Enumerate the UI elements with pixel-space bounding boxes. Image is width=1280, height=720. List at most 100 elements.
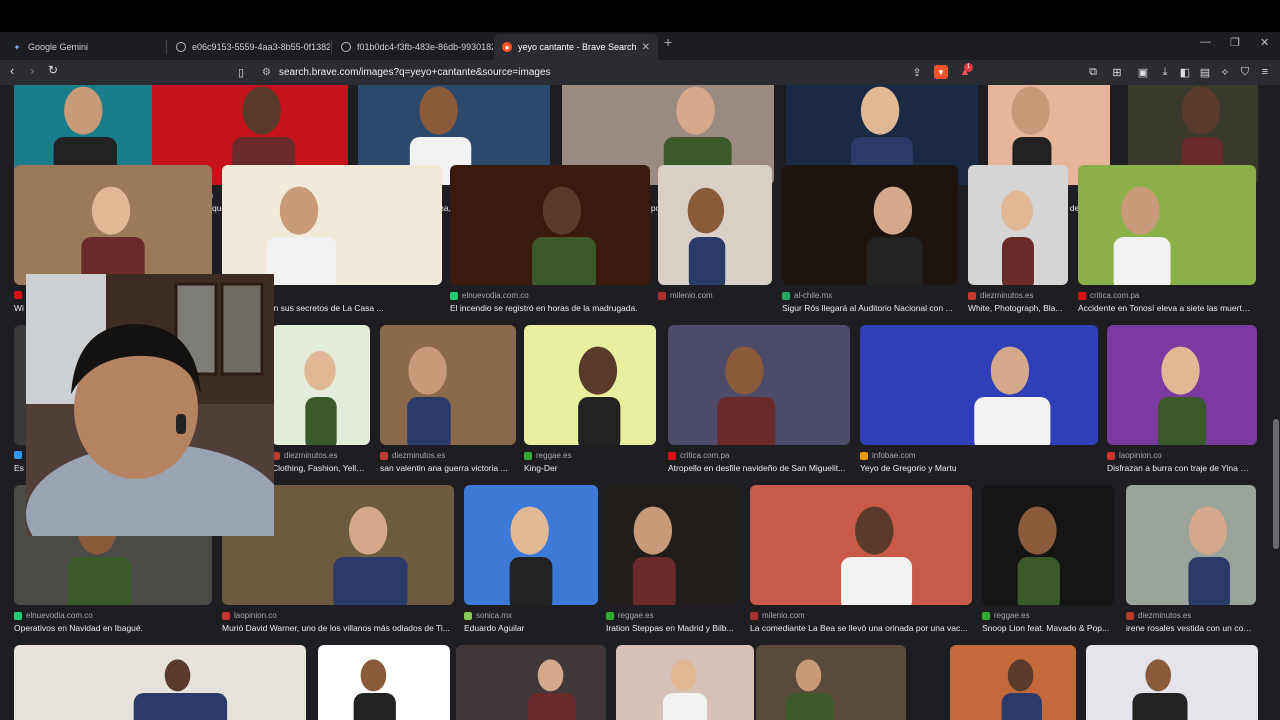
result-thumbnail[interactable]	[456, 645, 606, 720]
result-thumbnail[interactable]	[750, 485, 972, 605]
menu-icon[interactable]: ≡	[1258, 65, 1272, 79]
result-caption[interactable]: Accidente en Tonosí eleva a siete las mu…	[1078, 303, 1252, 313]
result-caption[interactable]: King-Der	[524, 463, 652, 473]
image-result[interactable]: reggae.es Iration Steppas en Madrid y Bil…	[606, 485, 740, 645]
share-icon[interactable]: ⇪	[910, 65, 924, 79]
back-icon[interactable]: ‹	[10, 63, 14, 78]
sidebar-icon[interactable]: ◧	[1178, 65, 1192, 79]
result-caption[interactable]: White, Photograph, Bla...	[968, 303, 1064, 313]
result-caption[interactable]: san valentin ana guerra victoria ...	[380, 463, 512, 473]
result-thumbnail[interactable]	[222, 165, 442, 285]
result-source[interactable]: diezminutos.es	[272, 451, 337, 460]
result-thumbnail[interactable]	[450, 165, 650, 285]
result-thumbnail[interactable]	[658, 165, 772, 285]
result-source[interactable]: al-chile.mx	[782, 291, 832, 300]
result-caption[interactable]: Eduardo Aguilar	[464, 623, 594, 633]
tab-brave-search[interactable]: ● yeyo cantante - Brave Search ✕	[494, 34, 658, 60]
result-source[interactable]	[14, 291, 26, 299]
result-thumbnail[interactable]	[464, 485, 598, 605]
close-tab-icon[interactable]: ✕	[642, 42, 650, 53]
image-result[interactable]: reggae.es Snoop Lion feat. Mavado & Pop..…	[982, 485, 1114, 645]
result-source[interactable]: infobae.com	[860, 451, 916, 460]
image-result[interactable]: diezminutos.es san valentin ana guerra vi…	[380, 325, 516, 485]
close-window-button[interactable]: ✕	[1260, 36, 1269, 49]
result-caption[interactable]: irene rosales vestida con un con...	[1126, 623, 1252, 633]
result-thumbnail[interactable]	[616, 645, 754, 720]
new-tab-button[interactable]: +	[664, 34, 672, 50]
result-source[interactable]: laopinion.co	[222, 611, 277, 620]
result-thumbnail[interactable]	[1126, 485, 1256, 605]
image-result[interactable]: laopinion.co Disfrazan a burra con traje …	[1107, 325, 1257, 485]
image-result[interactable]	[950, 645, 1076, 720]
result-source[interactable]: sonica.mx	[464, 611, 512, 620]
result-thumbnail[interactable]	[1078, 165, 1256, 285]
result-source[interactable]: elnuevodia.com.co	[450, 291, 529, 300]
result-thumbnail[interactable]	[524, 325, 656, 445]
image-result[interactable]: diezminutos.es White, Photograph, Bla...	[968, 165, 1068, 325]
result-source[interactable]: critica.com.pa	[1078, 291, 1139, 300]
image-result[interactable]	[756, 645, 906, 720]
reload-icon[interactable]: ↻	[48, 63, 58, 77]
result-source[interactable]: reggae.es	[606, 611, 654, 620]
maximize-button[interactable]: ❐	[1230, 36, 1240, 49]
image-result[interactable]	[456, 645, 606, 720]
result-thumbnail[interactable]	[318, 645, 450, 720]
extensions-icon[interactable]: ⧉	[1086, 65, 1100, 79]
result-thumbnail[interactable]	[668, 325, 850, 445]
result-thumbnail[interactable]	[782, 165, 958, 285]
result-caption[interactable]: Sigur Rós llegará al Auditorio Nacional …	[782, 303, 954, 313]
wallet-icon[interactable]: ▤	[1198, 65, 1212, 79]
result-thumbnail[interactable]	[14, 645, 306, 720]
image-result[interactable]: infobae.com Yeyo de Gregorio y Martu	[860, 325, 1098, 485]
downloads-manager-icon[interactable]: ▣	[1136, 65, 1150, 79]
result-thumbnail[interactable]	[756, 645, 906, 720]
image-result[interactable]: reggae.es King-Der	[524, 325, 656, 485]
image-result[interactable]	[14, 645, 306, 720]
tab-uuid-1[interactable]: e06c9153-5559-4aa3-8b55-0f13825c	[168, 34, 330, 60]
result-thumbnail[interactable]	[272, 325, 370, 445]
download-icon[interactable]: ⤓	[1158, 65, 1172, 79]
result-thumbnail[interactable]	[982, 485, 1114, 605]
image-result[interactable]: sonica.mx Eduardo Aguilar	[464, 485, 598, 645]
result-thumbnail[interactable]	[380, 325, 516, 445]
result-thumbnail[interactable]	[14, 165, 212, 285]
result-source[interactable]: diezminutos.es	[968, 291, 1033, 300]
result-thumbnail[interactable]	[968, 165, 1068, 285]
tab-google-gemini[interactable]: ✦ Google Gemini	[4, 34, 166, 60]
result-source[interactable]: diezminutos.es	[1126, 611, 1191, 620]
result-source[interactable]: critica.com.pa	[668, 451, 729, 460]
result-source[interactable]	[14, 451, 26, 459]
result-thumbnail[interactable]	[860, 325, 1098, 445]
brave-shields-icon[interactable]: ▼	[934, 65, 948, 79]
result-caption[interactable]: Operativos en Navidad en Ibagué.	[14, 623, 208, 633]
result-caption[interactable]: Disfrazan a burra con traje de Yina C...	[1107, 463, 1253, 473]
image-result[interactable]: al-chile.mx Sigur Rós llegará al Auditori…	[782, 165, 958, 325]
result-source[interactable]: elnuevodia.com.co	[14, 611, 93, 620]
result-caption[interactable]: Iration Steppas en Madrid y Bilb...	[606, 623, 736, 633]
result-caption[interactable]: Clothing, Fashion, Yello...	[272, 463, 366, 473]
result-caption[interactable]: Murió David Warner, uno de los villanos …	[222, 623, 450, 633]
image-result[interactable]	[318, 645, 450, 720]
image-result[interactable]: milenio.com	[658, 165, 772, 325]
scrollbar[interactable]	[1272, 85, 1280, 720]
image-result[interactable]: diezminutos.es irene rosales vestida con …	[1126, 485, 1256, 645]
result-source[interactable]: reggae.es	[982, 611, 1030, 620]
image-result[interactable]	[616, 645, 754, 720]
image-result[interactable]: elnuevodia.com.co El incendio se registró…	[450, 165, 650, 325]
address-bar[interactable]: ⚙ search.brave.com/images?q=yeyo+cantant…	[256, 62, 976, 83]
image-result[interactable]: critica.com.pa Atropello en desfile navid…	[668, 325, 850, 485]
result-source[interactable]: milenio.com	[750, 611, 805, 620]
leo-ai-icon[interactable]: ✧	[1218, 65, 1232, 79]
result-thumbnail[interactable]	[606, 485, 740, 605]
result-source[interactable]: reggae.es	[524, 451, 572, 460]
result-source[interactable]: laopinion.co	[1107, 451, 1162, 460]
vpn-icon[interactable]: ⛉	[1238, 65, 1252, 79]
result-source[interactable]: milenio.com	[658, 291, 713, 300]
image-result[interactable]	[1086, 645, 1258, 720]
minimize-button[interactable]: —	[1200, 36, 1211, 48]
image-result[interactable]: diezminutos.es Clothing, Fashion, Yello..…	[272, 325, 370, 485]
scrollbar-thumb[interactable]	[1273, 419, 1279, 549]
image-result[interactable]: milenio.com La comediante La Bea se llevó…	[750, 485, 972, 645]
result-thumbnail[interactable]	[1086, 645, 1258, 720]
result-thumbnail[interactable]	[1107, 325, 1257, 445]
